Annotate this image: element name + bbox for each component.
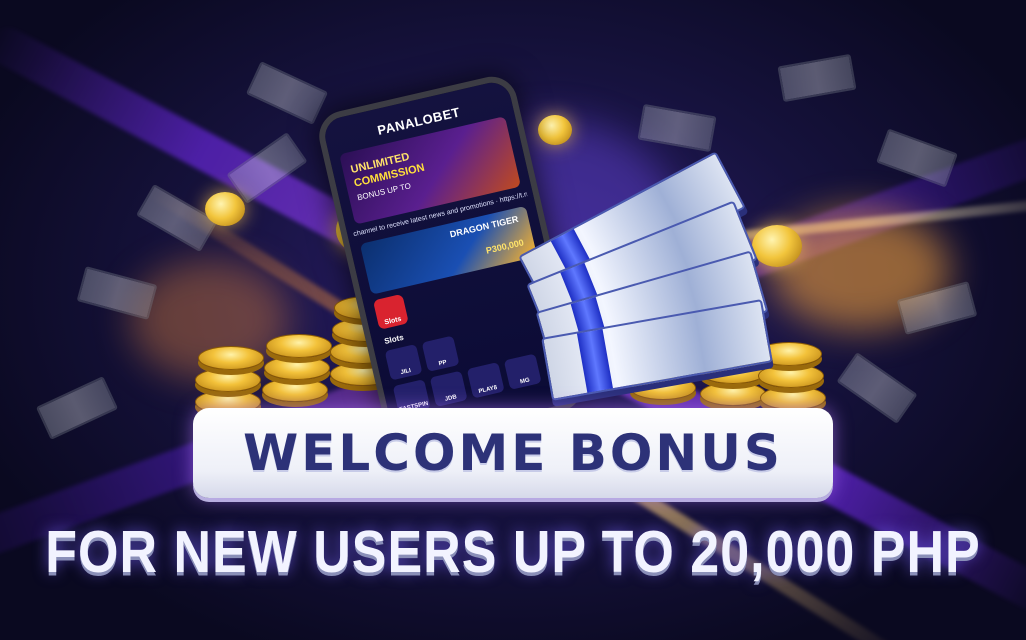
headline: WELCOME BONUS [243, 424, 783, 482]
coin-stack [198, 346, 264, 370]
slots-heading: Slots [383, 332, 405, 346]
slots-category-button[interactable]: Slots [372, 293, 409, 330]
promo-amount: P300,000 [484, 237, 525, 256]
promo-title: DRAGON TIGER [448, 213, 520, 240]
game-tile[interactable]: JDB [429, 370, 468, 408]
subheadline: FOR NEW USERS UP TO 20,000 PHP [45, 519, 981, 586]
coin-stack [264, 356, 330, 380]
banknote-decoration [637, 103, 717, 153]
banknote-decoration [777, 53, 857, 103]
game-tile[interactable]: PP [421, 335, 460, 372]
banknote-decoration [76, 266, 158, 320]
coin-decoration [752, 225, 802, 267]
banknote-decoration [35, 376, 119, 440]
coin-decoration [538, 115, 572, 145]
welcome-bonus-box: WELCOME BONUS [193, 408, 833, 498]
coin-stack [758, 364, 824, 388]
game-tile[interactable]: MG [503, 353, 542, 390]
game-tile[interactable]: PLAY8 [466, 362, 505, 399]
promo-banner: PANALOBET UNLIMITED COMMISSION BONUS UP … [0, 0, 1026, 640]
banknote-decoration [836, 352, 918, 424]
coin-stack [700, 382, 766, 406]
banknote-decoration [135, 183, 219, 253]
coin-decoration [205, 192, 245, 226]
promo-card: DRAGON TIGER P300,000 [359, 205, 538, 295]
coin-stack [760, 386, 826, 410]
coin-stack [262, 378, 328, 402]
coin-stack [266, 334, 332, 358]
coin-stack [195, 368, 261, 392]
banknote-decoration [245, 61, 329, 125]
game-tile[interactable]: JILI [384, 344, 423, 381]
